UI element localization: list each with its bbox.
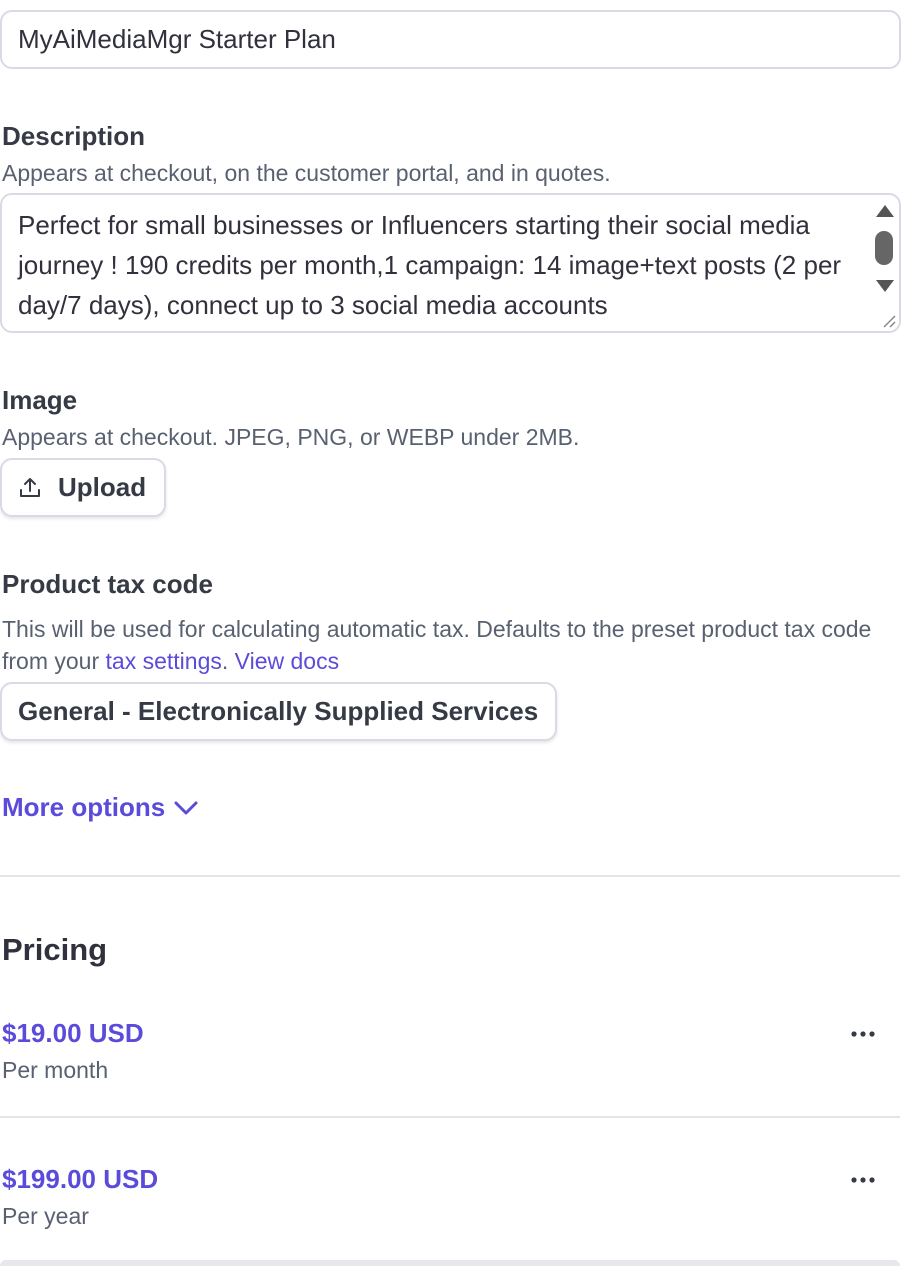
product-edit-form: MyAiMediaMgr Starter Plan Description Ap…: [0, 0, 911, 1266]
resize-handle-icon[interactable]: [881, 313, 897, 329]
price-row-divider: [0, 1116, 900, 1118]
price-amount[interactable]: $199.00 USD: [2, 1164, 158, 1195]
upload-button-label: Upload: [58, 472, 147, 502]
tax-settings-link[interactable]: tax settings: [106, 648, 222, 674]
product-name-input[interactable]: MyAiMediaMgr Starter Plan: [0, 10, 901, 69]
more-actions-icon[interactable]: [850, 1029, 876, 1039]
textarea-scrollbar[interactable]: [869, 195, 899, 331]
price-interval: Per year: [2, 1203, 89, 1229]
description-textarea[interactable]: Perfect for small businesses or Influenc…: [0, 193, 901, 333]
scrollbar-thumb[interactable]: [875, 231, 893, 265]
price-interval: Per month: [2, 1057, 109, 1083]
upload-button[interactable]: Upload: [0, 458, 166, 517]
upload-icon: [20, 477, 40, 497]
more-options-toggle[interactable]: More options: [2, 792, 199, 823]
more-actions-icon[interactable]: [850, 1175, 876, 1185]
image-help: Appears at checkout. JPEG, PNG, or WEBP …: [2, 424, 580, 450]
description-help: Appears at checkout, on the customer por…: [2, 160, 611, 186]
description-value: Perfect for small businesses or Influenc…: [18, 210, 842, 320]
section-divider: [0, 875, 900, 877]
scroll-down-arrow-icon[interactable]: [876, 280, 894, 292]
tax-code-value: General - Electronically Supplied Servic…: [18, 696, 539, 726]
scroll-up-arrow-icon[interactable]: [876, 205, 894, 217]
more-options-label: More options: [2, 792, 166, 822]
price-amount[interactable]: $19.00 USD: [2, 1018, 144, 1049]
view-docs-link[interactable]: View docs: [235, 648, 339, 674]
tax-code-help-separator: .: [221, 648, 229, 674]
tax-code-help: This will be used for calculating automa…: [2, 613, 882, 677]
chevron-down-icon: [174, 801, 198, 814]
product-name-value: MyAiMediaMgr Starter Plan: [18, 24, 336, 54]
description-label: Description: [2, 121, 146, 151]
next-section-edge: [0, 1260, 900, 1266]
tax-code-label: Product tax code: [2, 569, 213, 599]
image-label: Image: [2, 385, 78, 415]
tax-code-select[interactable]: General - Electronically Supplied Servic…: [0, 682, 557, 741]
pricing-title: Pricing: [2, 932, 108, 967]
